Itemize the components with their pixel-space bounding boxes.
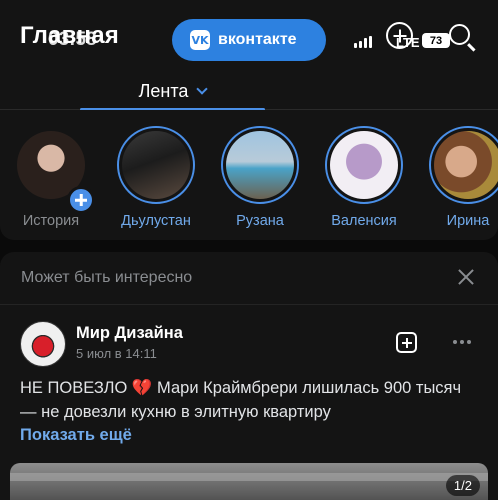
vk-logo-icon: VK bbox=[190, 30, 210, 50]
image-counter: 1/2 bbox=[445, 475, 480, 496]
divider bbox=[0, 304, 498, 305]
chevron-down-icon bbox=[196, 83, 209, 95]
author-name[interactable]: Мир Дизайна bbox=[76, 324, 183, 343]
broken-heart-icon: 💔 bbox=[131, 379, 153, 397]
story-item[interactable]: Дьулустан bbox=[111, 126, 201, 229]
avatar bbox=[434, 131, 498, 199]
tab-feed-label: Лента bbox=[138, 80, 189, 101]
post-date: 5 июл в 14:11 bbox=[76, 346, 157, 361]
recommendations-title: Может быть интересно bbox=[21, 269, 193, 286]
vkontakte-button[interactable]: VK вконтакте bbox=[172, 19, 326, 61]
story-item[interactable]: Ирина bbox=[423, 126, 498, 229]
search-icon[interactable] bbox=[449, 24, 470, 45]
author-avatar[interactable] bbox=[20, 321, 66, 367]
vkontakte-button-label: вконтакте bbox=[218, 31, 297, 48]
post-image[interactable]: 1/2 bbox=[10, 463, 488, 500]
story-name: Дьулустан bbox=[121, 213, 191, 229]
feed-tab-bar: Лента bbox=[0, 72, 498, 111]
avatar bbox=[330, 131, 398, 199]
stories-strip: История Дьулустан Рузана Валенсия Ирина bbox=[0, 110, 498, 240]
network-type: LTE bbox=[396, 35, 420, 50]
add-story-icon[interactable] bbox=[67, 186, 95, 214]
close-icon[interactable] bbox=[457, 268, 475, 286]
more-options-icon[interactable] bbox=[453, 340, 471, 344]
post-text: НЕ ПОВЕЗЛО 💔 Мари Краймбрери лишилась 90… bbox=[20, 376, 480, 424]
battery-icon: 73 bbox=[422, 33, 450, 48]
tab-feed[interactable]: Лента bbox=[80, 72, 265, 111]
story-my-history[interactable]: История bbox=[6, 126, 96, 229]
subscribe-icon[interactable] bbox=[396, 332, 417, 353]
avatar bbox=[122, 131, 190, 199]
story-item[interactable]: Рузана bbox=[215, 126, 305, 229]
story-name: Рузана bbox=[236, 213, 284, 229]
signal-strength-icon bbox=[354, 36, 372, 48]
post-text-start: НЕ ПОВЕЗЛО bbox=[20, 379, 128, 397]
recommendations-card: Может быть интересно Мир Дизайна 5 июл в… bbox=[0, 252, 498, 500]
top-bar: Главная 03:58 VK вконтакте LTE 73 bbox=[0, 0, 498, 72]
story-item[interactable]: Валенсия bbox=[319, 126, 409, 229]
show-more-link[interactable]: Показать ещё bbox=[20, 426, 132, 445]
status-clock: 03:58 bbox=[48, 29, 97, 50]
story-name: История bbox=[22, 213, 80, 229]
story-name: Валенсия bbox=[331, 213, 397, 229]
avatar bbox=[226, 131, 294, 199]
story-name: Ирина bbox=[446, 213, 490, 229]
